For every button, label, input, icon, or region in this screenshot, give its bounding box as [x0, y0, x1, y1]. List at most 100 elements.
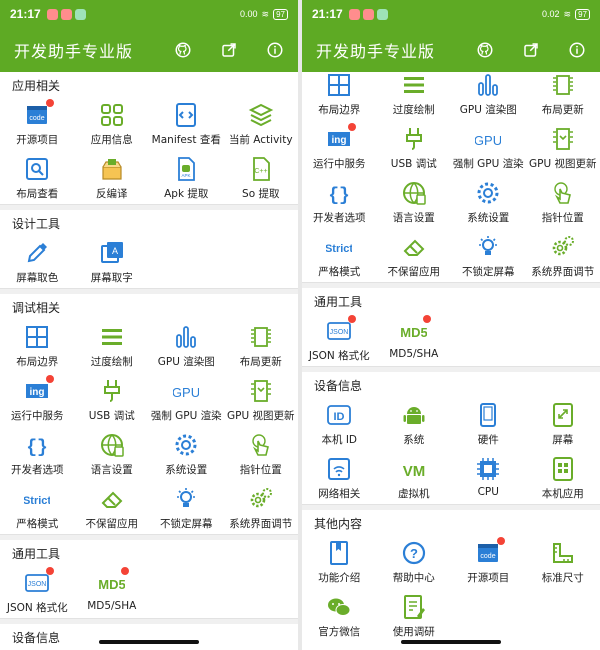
- tool-item[interactable]: 网络相关: [302, 450, 377, 504]
- tool-item[interactable]: code 开源项目: [0, 96, 75, 150]
- tool-item[interactable]: GPU 强制 GPU 渲染: [451, 120, 526, 174]
- running-services-icon: ing: [326, 123, 357, 152]
- tool-item[interactable]: Manifest 查看: [149, 96, 224, 150]
- tool-item[interactable]: ing 运行中服务: [0, 372, 75, 426]
- svg-text:code: code: [481, 553, 496, 560]
- tool-item[interactable]: 不保留应用: [377, 228, 452, 282]
- tool-item[interactable]: GPU 视图更新: [526, 120, 600, 174]
- tool-item[interactable]: 系统设置: [451, 174, 526, 228]
- book-icon: [326, 540, 352, 566]
- eraser-icon: [401, 234, 427, 260]
- right-phone-screen: 21:17 0.02 ≋ 97 开发助手专业版 布局边界 过度绘制 GPU 渲染图布…: [302, 0, 600, 650]
- tool-item[interactable]: 功能介绍: [302, 534, 377, 588]
- tool-item[interactable]: GPU 视图更新: [224, 372, 299, 426]
- json-icon: JSON: [326, 315, 357, 344]
- tool-item[interactable]: 系统界面调节: [526, 228, 600, 282]
- tool-item[interactable]: 当前 Activity: [224, 96, 299, 150]
- tool-item[interactable]: 官方微信: [302, 588, 377, 642]
- tool-item[interactable]: 硬件: [451, 396, 526, 450]
- github-icon[interactable]: [174, 41, 192, 59]
- tool-item[interactable]: 屏幕: [526, 396, 600, 450]
- tool-item[interactable]: 布局边界: [0, 318, 75, 372]
- tool-item[interactable]: 本机应用: [526, 450, 600, 504]
- tool-item[interactable]: 标准尺寸: [526, 534, 600, 588]
- notification-icon: [46, 8, 58, 20]
- tool-item[interactable]: code 开源项目: [451, 534, 526, 588]
- tool-item[interactable]: 布局查看: [0, 150, 75, 204]
- github-icon[interactable]: [476, 41, 494, 59]
- tool-item[interactable]: {} 开发者选项: [0, 426, 75, 480]
- tool-label: 本机 ID: [321, 434, 358, 446]
- tool-label: 不锁定屏幕: [462, 266, 515, 278]
- tool-item[interactable]: 系统: [377, 396, 452, 450]
- tool-item[interactable]: GPU 渲染图: [149, 318, 224, 372]
- tool-grid: 布局边界 过度绘制 GPU 渲染图 布局更新 ing 运行中服务 USB 调试 GPU 强制 G…: [0, 318, 298, 534]
- tool-item[interactable]: 不锁定屏幕: [149, 480, 224, 534]
- info-icon[interactable]: [568, 41, 586, 59]
- tool-item[interactable]: 系统设置: [149, 426, 224, 480]
- new-badge-dot: [120, 567, 129, 575]
- layers-icon: [248, 102, 274, 128]
- share-icon[interactable]: [522, 41, 540, 59]
- tool-grid: 布局边界 过度绘制 GPU 渲染图 布局更新 ing 运行中服务 USB 调试 GPU 强制 G…: [302, 66, 600, 282]
- tool-item[interactable]: 语言设置: [75, 426, 150, 480]
- survey-icon: [401, 594, 427, 620]
- tool-item[interactable]: 不锁定屏幕: [451, 228, 526, 282]
- tool-item[interactable]: VM 虚拟机: [377, 450, 452, 504]
- tool-item[interactable]: 过度绘制: [377, 66, 452, 120]
- tool-label: CPU: [477, 486, 499, 498]
- tool-item[interactable]: 使用调研: [377, 588, 452, 642]
- json-icon: JSON: [24, 567, 55, 596]
- tool-item[interactable]: USB 调试: [377, 120, 452, 174]
- tool-item[interactable]: GPU 强制 GPU 渲染: [149, 372, 224, 426]
- tool-item[interactable]: 语言设置: [377, 174, 452, 228]
- tool-item[interactable]: 屏幕取色: [0, 234, 75, 288]
- phone-icon: [475, 402, 501, 428]
- tool-item[interactable]: 布局边界: [302, 66, 377, 120]
- tool-label: 强制 GPU 渲染: [150, 410, 222, 422]
- tool-item[interactable]: ing 运行中服务: [302, 120, 377, 174]
- tool-item[interactable]: GPU 渲染图: [451, 66, 526, 120]
- status-right: 0.00 ≋ 97: [240, 8, 288, 20]
- apps-icon: [550, 456, 576, 482]
- section-title: 应用相关: [12, 79, 61, 93]
- tool-item[interactable]: C++ So 提取: [224, 150, 299, 204]
- tool-item[interactable]: 系统界面调节: [224, 480, 299, 534]
- tool-item[interactable]: ID 本机 ID: [302, 396, 377, 450]
- tool-item[interactable]: 应用信息: [75, 96, 150, 150]
- tool-item[interactable]: 反编译: [75, 150, 150, 204]
- tool-label: USB 调试: [88, 410, 135, 422]
- svg-text:MD5: MD5: [401, 325, 427, 340]
- tool-item[interactable]: Strict 严格模式: [0, 480, 75, 534]
- tool-item[interactable]: A 屏幕取字: [75, 234, 150, 288]
- tool-item[interactable]: APK Apk 提取: [149, 150, 224, 204]
- tool-item[interactable]: Strict 严格模式: [302, 228, 377, 282]
- new-badge-dot: [348, 315, 357, 323]
- tool-item[interactable]: CPU: [451, 450, 526, 504]
- tool-item[interactable]: 不保留应用: [75, 480, 150, 534]
- tool-item[interactable]: 指针位置: [224, 426, 299, 480]
- info-icon[interactable]: [266, 41, 284, 59]
- tool-item[interactable]: JSON JSON 格式化: [0, 564, 75, 618]
- notification-icon: [348, 8, 360, 20]
- new-badge-dot: [422, 315, 431, 323]
- tool-label: 应用信息: [90, 134, 133, 146]
- tool-item[interactable]: USB 调试: [75, 372, 150, 426]
- tool-item[interactable]: MD5 MD5/SHA: [75, 564, 150, 618]
- svg-text:ID: ID: [334, 411, 345, 423]
- tool-item[interactable]: 布局更新: [224, 318, 299, 372]
- new-badge-dot: [46, 375, 55, 383]
- tool-label: Manifest 查看: [151, 134, 221, 146]
- notification-icon: [376, 8, 388, 20]
- bulb-icon: [475, 234, 501, 260]
- tool-item[interactable]: 指针位置: [526, 174, 600, 228]
- tool-item[interactable]: ? 帮助中心: [377, 534, 452, 588]
- new-badge-dot: [46, 99, 55, 107]
- share-icon[interactable]: [220, 41, 238, 59]
- tool-item[interactable]: JSON JSON 格式化: [302, 312, 377, 366]
- tool-grid: JSON JSON 格式化 MD5 MD5/SHA: [302, 312, 600, 366]
- tool-item[interactable]: 布局更新: [526, 66, 600, 120]
- tool-item[interactable]: MD5 MD5/SHA: [377, 312, 452, 366]
- tool-item[interactable]: {} 开发者选项: [302, 174, 377, 228]
- tool-item[interactable]: 过度绘制: [75, 318, 150, 372]
